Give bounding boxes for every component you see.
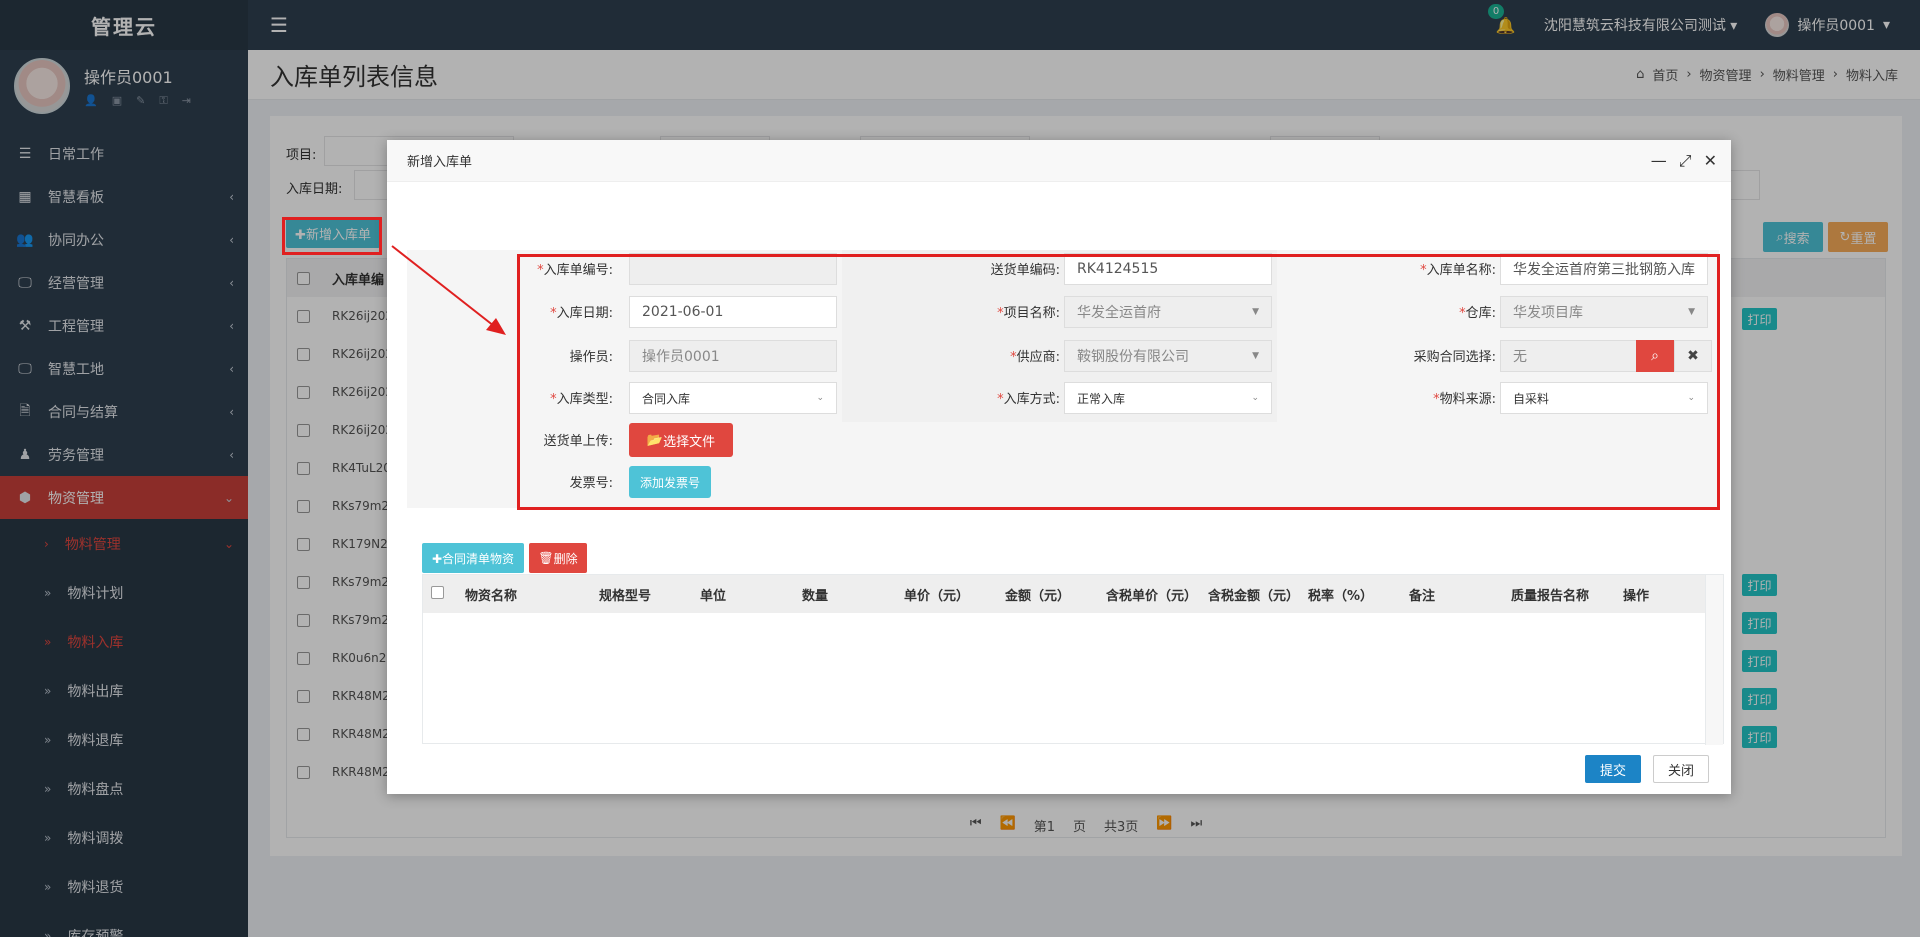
- method-select[interactable]: 正常入库 ⌄: [1064, 382, 1272, 414]
- name-label: *入库单名称:: [1420, 263, 1496, 278]
- minimize-icon[interactable]: —: [1651, 151, 1667, 171]
- delete-button[interactable]: 🗑 删除: [529, 543, 587, 573]
- type-select[interactable]: 合同入库 ⌄: [629, 382, 837, 414]
- add-invoice-button[interactable]: 添加发票号: [629, 466, 711, 498]
- source-select[interactable]: 自采料 ⌄: [1500, 382, 1708, 414]
- supplier-select[interactable]: 鞍钢股份有限公司 ▼: [1064, 340, 1272, 372]
- delivery-code-input[interactable]: RK4124515: [1064, 253, 1272, 285]
- chevron-down-icon: ⌄: [1251, 393, 1259, 403]
- grid-header: 物资名称 规格型号 单位 数量 单价（元） 金额（元） 含税单价（元） 含税金额…: [423, 575, 1723, 613]
- add-inbound-modal: 新增入库单 — ⤢ ✕ *入库单编号: 送货单编码: RK4124515 *入库…: [387, 140, 1731, 794]
- code-input[interactable]: [629, 253, 837, 285]
- warehouse-select[interactable]: 华发项目库 ▼: [1500, 296, 1708, 328]
- choose-file-button[interactable]: 📂 选择文件: [629, 423, 733, 457]
- contract-input[interactable]: 无: [1500, 340, 1640, 372]
- chevron-down-icon: ⌄: [816, 393, 824, 403]
- select-all-checkbox[interactable]: [431, 585, 444, 599]
- project-select[interactable]: 华发全运首府 ▼: [1064, 296, 1272, 328]
- operator-input[interactable]: 操作员0001: [629, 340, 837, 372]
- modal-header: 新增入库单 — ⤢ ✕: [387, 140, 1731, 182]
- close-button[interactable]: 关闭: [1653, 755, 1709, 783]
- contract-label: 采购合同选择:: [1413, 350, 1496, 365]
- method-label: *入库方式:: [997, 392, 1060, 407]
- grid-scrollbar[interactable]: [1705, 575, 1723, 745]
- modal-title: 新增入库单: [407, 155, 473, 170]
- source-label: *物料来源:: [1433, 392, 1496, 407]
- invoice-label: 发票号:: [569, 476, 613, 491]
- warehouse-label: *仓库:: [1459, 306, 1496, 321]
- maximize-icon[interactable]: ⤢: [1679, 151, 1692, 171]
- project-label: *项目名称:: [997, 306, 1060, 321]
- type-label: *入库类型:: [550, 392, 613, 407]
- caret-down-icon: ▼: [1252, 351, 1259, 361]
- supplier-label: *供应商:: [1010, 350, 1060, 365]
- contract-clear-button[interactable]: ✖: [1674, 340, 1712, 372]
- chevron-down-icon: ⌄: [1687, 393, 1695, 403]
- detail-grid: 物资名称 规格型号 单位 数量 单价（元） 金额（元） 含税单价（元） 含税金额…: [422, 574, 1724, 745]
- date-input[interactable]: 2021-06-01: [629, 296, 837, 328]
- code-label: *入库单编号:: [537, 263, 613, 278]
- form-panel: *入库单编号: 送货单编码: RK4124515 *入库单名称: 华发全运首府第…: [407, 250, 1719, 508]
- search-icon: ⌕: [1651, 348, 1659, 364]
- close-icon: ✖: [1687, 348, 1699, 364]
- operator-label: 操作员:: [569, 350, 613, 365]
- delivery-code-label: 送货单编码:: [990, 263, 1060, 278]
- close-icon[interactable]: ✕: [1704, 151, 1717, 171]
- folder-icon: 📂: [646, 432, 664, 448]
- name-input[interactable]: 华发全运首府第三批钢筋入库: [1500, 253, 1708, 285]
- upload-label: 送货单上传:: [543, 434, 613, 449]
- caret-down-icon: ▼: [1688, 307, 1695, 317]
- trash-icon: 🗑: [538, 551, 554, 565]
- contract-search-button[interactable]: ⌕: [1636, 340, 1674, 372]
- date-label: *入库日期:: [550, 306, 613, 321]
- add-contract-items-button[interactable]: ✚合同清单物资: [422, 543, 524, 573]
- submit-button[interactable]: 提交: [1585, 755, 1641, 783]
- caret-down-icon: ▼: [1252, 307, 1259, 317]
